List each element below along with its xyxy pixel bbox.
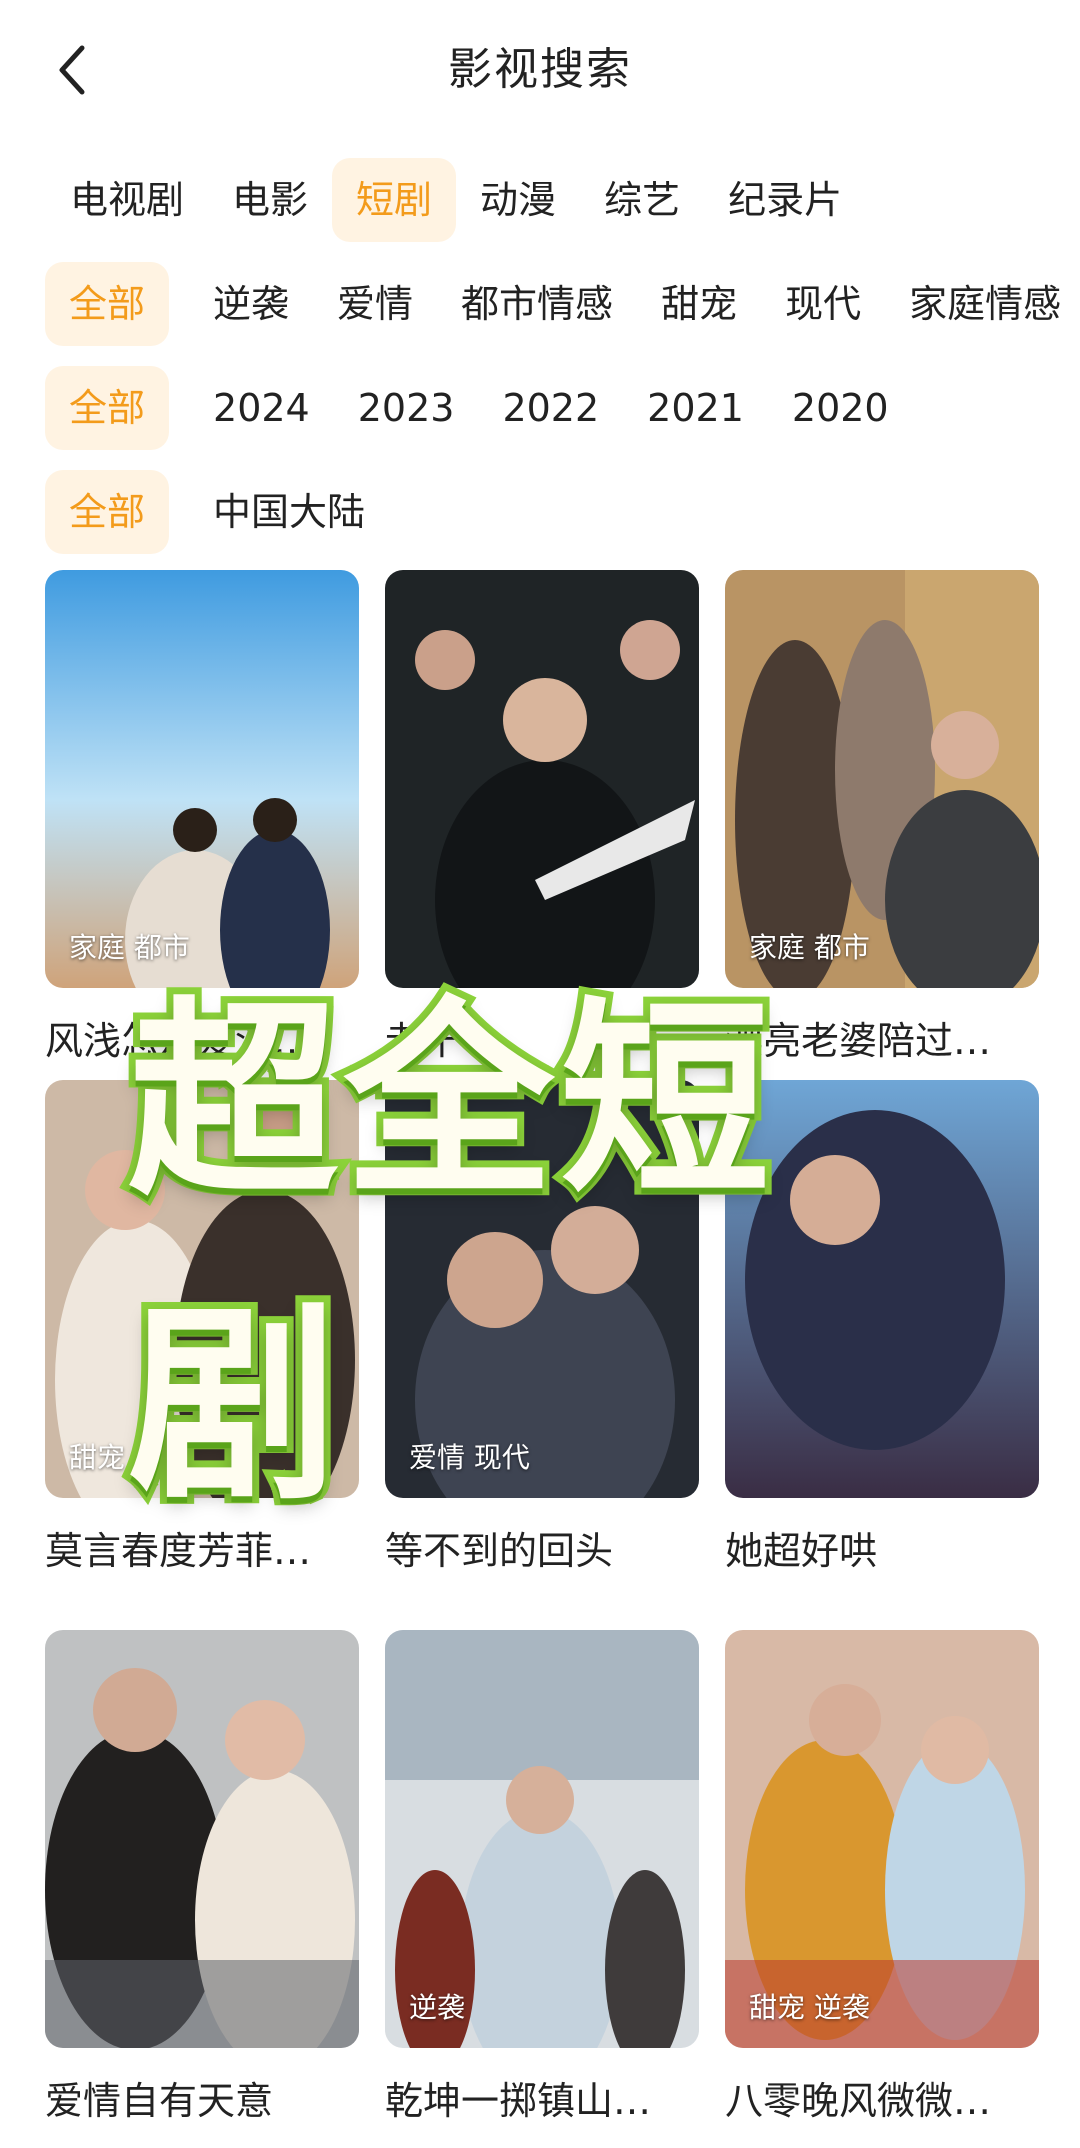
poster-image: 逆袭 xyxy=(385,1630,699,2048)
poster-tags: 甜宠 逆袭 xyxy=(749,1991,870,2024)
poster-image: 家庭 都市 xyxy=(45,570,359,988)
year-filter: 全部 2024 2023 2022 2021 2020 xyxy=(45,366,913,450)
tab-documentary[interactable]: 纪录片 xyxy=(704,158,866,242)
genre-all[interactable]: 全部 xyxy=(45,262,170,346)
drama-card[interactable]: 逆袭 乾坤一掷镇山… xyxy=(385,1630,699,2124)
genre-modern[interactable]: 现代 xyxy=(761,262,885,346)
drama-title: 八零晚风微微… xyxy=(725,2079,992,2123)
drama-card[interactable]: 家庭 都市 漂亮老婆陪过… xyxy=(725,570,1039,1064)
header: 影视搜索 xyxy=(0,0,1080,150)
drama-title: 老千 xyxy=(385,1019,462,1063)
genre-romance[interactable]: 爱情 xyxy=(313,262,437,346)
tab-anime[interactable]: 动漫 xyxy=(456,158,580,242)
poster-image xyxy=(385,570,699,988)
drama-card[interactable]: 甜宠 逆袭 莫言春度芳菲… xyxy=(45,1080,359,1574)
poster-image xyxy=(725,1080,1039,1498)
poster-image: 爱情 现代 xyxy=(385,1080,699,1498)
genre-urban-emotion[interactable]: 都市情感 xyxy=(437,262,637,346)
tab-movie[interactable]: 电影 xyxy=(208,158,332,242)
drama-title: 她超好哄 xyxy=(725,1529,878,1573)
poster-image: 家庭 都市 xyxy=(725,570,1039,988)
drama-card[interactable]: 她超好哄 xyxy=(725,1080,1039,1574)
tab-tv-series[interactable]: 电视剧 xyxy=(46,158,208,242)
drama-title: 风浅怎及爱深… xyxy=(45,1019,312,1063)
genre-filter: 全部 逆袭 爱情 都市情感 甜宠 现代 家庭情感 xyxy=(45,262,1080,346)
year-2023[interactable]: 2023 xyxy=(334,366,479,450)
poster-image xyxy=(45,1630,359,2048)
year-2020[interactable]: 2020 xyxy=(768,366,913,450)
drama-card[interactable]: 爱情 现代 等不到的回头 xyxy=(385,1080,699,1574)
tab-variety[interactable]: 综艺 xyxy=(580,158,704,242)
drama-title: 漂亮老婆陪过… xyxy=(725,1019,992,1063)
drama-title: 等不到的回头 xyxy=(385,1529,614,1573)
drama-card[interactable]: 甜宠 逆袭 八零晚风微微… xyxy=(725,1630,1039,2124)
page-title: 影视搜索 xyxy=(448,44,632,95)
poster-tags: 家庭 都市 xyxy=(69,931,190,964)
genre-family-emotion[interactable]: 家庭情感 xyxy=(885,262,1080,346)
poster-image: 甜宠 逆袭 xyxy=(725,1630,1039,2048)
year-2021[interactable]: 2021 xyxy=(623,366,768,450)
poster-tags: 逆袭 xyxy=(409,1991,466,2024)
tab-short-drama[interactable]: 短剧 xyxy=(332,158,457,242)
year-2022[interactable]: 2022 xyxy=(478,366,623,450)
year-all[interactable]: 全部 xyxy=(45,366,170,450)
drama-card[interactable]: 爱情自有天意 xyxy=(45,1630,359,2124)
poster-image: 甜宠 逆袭 xyxy=(45,1080,359,1498)
poster-tags: 家庭 都市 xyxy=(749,931,870,964)
year-2024[interactable]: 2024 xyxy=(189,366,334,450)
genre-sweet[interactable]: 甜宠 xyxy=(637,262,761,346)
genre-comeback[interactable]: 逆袭 xyxy=(189,262,313,346)
drama-title: 爱情自有天意 xyxy=(45,2079,274,2123)
region-filter: 全部 中国大陆 xyxy=(45,470,389,554)
drama-card[interactable]: 家庭 都市 风浅怎及爱深… xyxy=(45,570,359,1064)
drama-card[interactable]: 老千 xyxy=(385,570,699,1064)
category-tabs: 电视剧 电影 短剧 动漫 综艺 纪录片 xyxy=(46,158,866,242)
region-mainland-china[interactable]: 中国大陆 xyxy=(189,470,389,554)
drama-title: 乾坤一掷镇山… xyxy=(385,2079,652,2123)
region-all[interactable]: 全部 xyxy=(45,470,170,554)
poster-tags: 爱情 现代 xyxy=(409,1441,530,1474)
drama-title: 莫言春度芳菲… xyxy=(45,1529,312,1573)
poster-tags: 甜宠 逆袭 xyxy=(69,1441,190,1474)
